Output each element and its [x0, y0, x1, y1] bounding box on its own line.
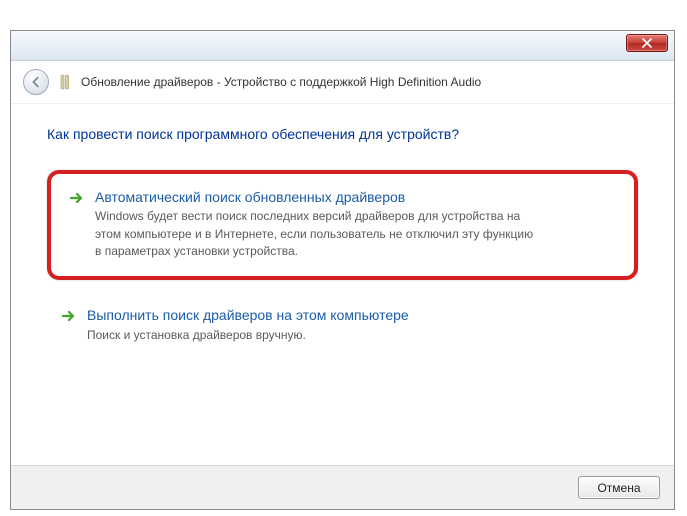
option-auto-search[interactable]: Автоматический поиск обновленных драйвер… — [47, 170, 638, 280]
option-title: Автоматический поиск обновленных драйвер… — [95, 188, 535, 206]
close-button[interactable] — [626, 34, 668, 52]
page-heading: Как провести поиск программного обеспече… — [47, 126, 638, 142]
arrow-right-icon — [69, 190, 85, 206]
device-icon — [57, 74, 73, 90]
header-row: Обновление драйверов - Устройство с подд… — [11, 61, 674, 104]
button-bar: Отмена — [11, 465, 674, 509]
option-title: Выполнить поиск драйверов на этом компью… — [87, 306, 409, 324]
option-browse-computer[interactable]: Выполнить поиск драйверов на этом компью… — [47, 296, 638, 356]
window-title: Обновление драйверов - Устройство с подд… — [81, 75, 481, 89]
cancel-button[interactable]: Отмена — [578, 476, 660, 499]
option-description: Поиск и установка драйверов вручную. — [87, 327, 409, 344]
cancel-button-label: Отмена — [597, 481, 640, 495]
option-description: Windows будет вести поиск последних верс… — [95, 208, 535, 260]
back-button[interactable] — [23, 69, 49, 95]
close-icon — [642, 38, 652, 48]
arrow-right-icon — [61, 308, 77, 324]
dialog-window: Обновление драйверов - Устройство с подд… — [10, 30, 675, 510]
titlebar — [11, 31, 674, 61]
content-area: Как провести поиск программного обеспече… — [11, 104, 674, 382]
back-arrow-icon — [29, 75, 43, 89]
